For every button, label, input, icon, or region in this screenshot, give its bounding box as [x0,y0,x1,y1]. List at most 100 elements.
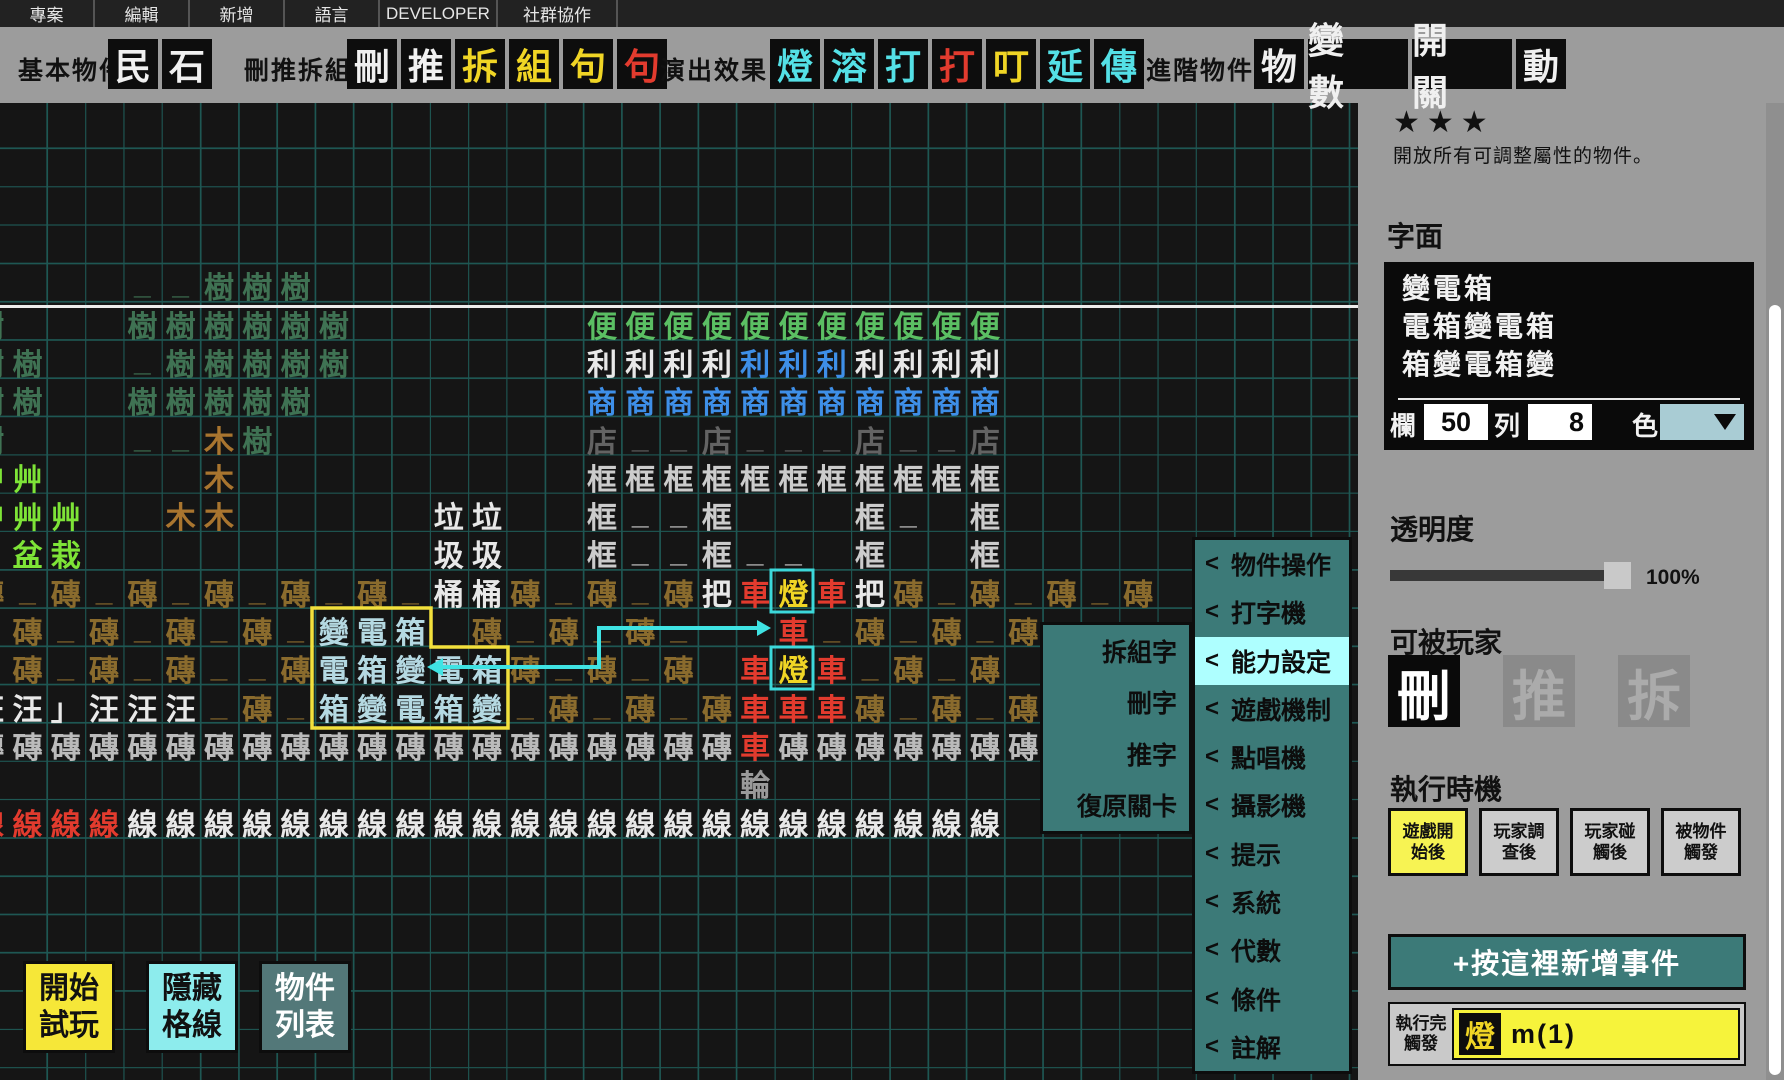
grid-tile[interactable]: 樹 [238,419,276,457]
grid-tile[interactable]: 磚 [583,726,621,764]
toolbar-tile-button[interactable]: 傳 [1094,39,1144,89]
grid-tile[interactable]: _ [621,496,659,534]
grid-tile[interactable]: 商 [659,381,697,419]
grid-tile[interactable]: 利 [659,343,697,381]
grid-tile[interactable]: 變 [391,649,429,687]
rows-input[interactable]: 8 [1528,404,1592,440]
grid-tile[interactable]: _ [928,649,966,687]
grid-tile[interactable]: 利 [813,343,851,381]
grid-tile[interactable]: 磚 [47,573,85,611]
grid-tile[interactable]: 線 [659,802,697,840]
submenu-item[interactable]: 復原關卡 [1043,780,1189,832]
grid-tile[interactable]: 磚 [621,688,659,726]
grid-tile[interactable]: 便 [583,305,621,343]
grid-tile[interactable]: 磚 [889,726,927,764]
grid-tile[interactable]: 磚 [889,573,927,611]
grid-tile[interactable]: 磚 [238,688,276,726]
toolbar-tile-button[interactable]: 刪 [347,39,397,89]
toolbar-tile-button[interactable]: 句 [563,39,613,89]
grid-tile[interactable]: 磚 [276,649,314,687]
grid-tile[interactable]: _ [659,688,697,726]
grid-tile[interactable]: 圾 [430,534,468,572]
grid-tile[interactable]: 車 [813,649,851,687]
grid-tile[interactable]: 線 [698,802,736,840]
grid-tile[interactable]: 磚 [659,573,697,611]
grid-tile[interactable]: 磚 [353,726,391,764]
grid-tile[interactable]: 磚 [966,726,1004,764]
grid-tile[interactable]: _ [659,611,697,649]
grid-tile[interactable]: 磚 [621,726,659,764]
grid-tile[interactable]: 磚 [1042,573,1080,611]
grid-tile[interactable]: 線 [162,802,200,840]
grid-tile[interactable]: 線 [430,802,468,840]
grid-tile[interactable]: 線 [391,802,429,840]
grid-tile[interactable]: 框 [583,496,621,534]
grid-tile[interactable]: 樹 [238,343,276,381]
grid-tile[interactable]: _ [545,573,583,611]
grid-tile[interactable]: _ [774,534,812,572]
toolbar-tile-button[interactable]: 變 數 [1308,39,1408,89]
grid-tile[interactable]: 框 [698,458,736,496]
grid-tile[interactable]: 艸 [47,496,85,534]
columns-input[interactable]: 50 [1424,404,1488,440]
event-content[interactable]: 燈 m(1) [1452,1008,1740,1060]
grid-tile[interactable]: _ [851,649,889,687]
grid-tile[interactable]: 磚 [162,611,200,649]
grid-tile[interactable]: 艸 [8,496,46,534]
grid-tile[interactable]: 框 [736,458,774,496]
grid-tile[interactable]: 框 [583,458,621,496]
grid-tile[interactable]: 磚 [851,726,889,764]
grid-tile[interactable]: 艸 [0,458,8,496]
grid-tile[interactable]: 磚 [1004,611,1042,649]
timing-option-button[interactable]: 玩家調查後 [1479,808,1559,876]
grid-tile[interactable]: 磚 [85,726,123,764]
grid-tile[interactable]: 便 [813,305,851,343]
grid-tile[interactable]: 店 [851,419,889,457]
grid-tile[interactable]: 艸 [8,458,46,496]
grid-tile[interactable]: _ [315,573,353,611]
grid-tile[interactable]: 磚 [698,726,736,764]
grid-tile[interactable]: _ [47,649,85,687]
context-menu-item[interactable]: <條件 [1195,974,1349,1022]
grid-tile[interactable]: 商 [889,381,927,419]
grid-tile[interactable]: _ [123,611,161,649]
grid-tile[interactable]: 線 [276,802,314,840]
grid-tile[interactable]: 便 [928,305,966,343]
grid-tile[interactable]: 車 [813,573,851,611]
grid-tile[interactable]: 商 [928,381,966,419]
grid-tile[interactable]: 線 [468,802,506,840]
grid-tile[interactable]: _ [966,611,1004,649]
grid-tile[interactable]: 磚 [966,573,1004,611]
grid-tile[interactable]: 利 [736,343,774,381]
grid-tile[interactable]: 框 [774,458,812,496]
grid-tile[interactable]: 樹 [0,381,8,419]
grid-tile[interactable]: 磚 [162,726,200,764]
grid-tile[interactable]: 樹 [123,381,161,419]
grid-tile[interactable]: 磚 [238,726,276,764]
grid-tile[interactable]: 便 [659,305,697,343]
grid-tile[interactable]: _ [659,534,697,572]
grid-tile[interactable]: 樹 [276,266,314,304]
grid-tile[interactable]: 商 [851,381,889,419]
grid-tile[interactable]: 磚 [0,726,8,764]
grid-tile[interactable]: 磚 [506,573,544,611]
grid-tile[interactable]: _ [162,266,200,304]
grid-tile[interactable]: 磚 [621,611,659,649]
grid-tile[interactable]: 樹 [0,419,8,457]
grid-tile[interactable]: 線 [966,802,1004,840]
toolbar-tile-button[interactable]: 溶 [824,39,874,89]
grid-tile[interactable]: 磚 [583,649,621,687]
context-menu-item[interactable]: <點唱機 [1195,733,1349,781]
toolbar-tile-button[interactable]: 組 [509,39,559,89]
grid-tile[interactable]: 線 [353,802,391,840]
grid-tile[interactable]: 框 [966,534,1004,572]
grid-tile[interactable]: 樹 [162,343,200,381]
grid-tile[interactable]: _ [238,649,276,687]
grid-tile[interactable]: 磚 [506,649,544,687]
grid-tile[interactable]: 汪 [123,688,161,726]
grid-tile[interactable]: _ [200,611,238,649]
grid-tile[interactable]: _ [659,496,697,534]
grid-tile[interactable]: 便 [736,305,774,343]
grid-tile[interactable]: 磚 [1119,573,1157,611]
grid-tile[interactable]: 樹 [238,266,276,304]
